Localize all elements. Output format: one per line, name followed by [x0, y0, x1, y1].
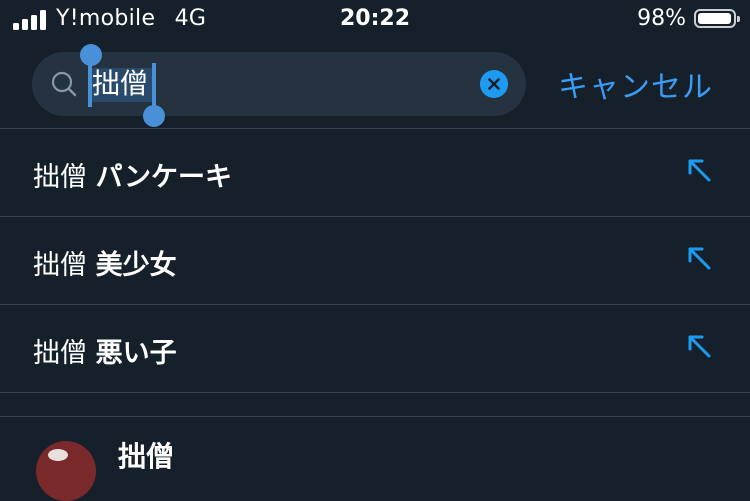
- suggestion-query: 拙僧: [33, 162, 87, 193]
- selection-start-handle[interactable]: [88, 63, 92, 107]
- suggestion-query: 拙僧: [33, 250, 87, 281]
- suggestion-text: 拙僧 悪い子: [33, 331, 177, 370]
- selection-end-handle[interactable]: [152, 63, 156, 107]
- suggestion-query: 拙僧: [33, 338, 87, 369]
- suggestion-suffix: 美少女: [95, 250, 177, 281]
- clear-x-icon[interactable]: [480, 70, 508, 98]
- user-name: 拙僧: [118, 440, 175, 473]
- suggestion-text: 拙僧 美少女: [33, 243, 177, 282]
- avatar: [36, 441, 96, 501]
- selection-end-knob[interactable]: [143, 105, 165, 127]
- search-field[interactable]: 拙僧: [32, 44, 526, 127]
- divider: [0, 392, 750, 393]
- suggestion-suffix: 悪い子: [95, 338, 177, 369]
- selection-start-knob[interactable]: [80, 44, 102, 66]
- status-bar: Y!mobile 4G 20:22 98%: [0, 0, 750, 42]
- battery-icon: [694, 9, 740, 28]
- search-icon: [51, 71, 77, 97]
- suggestion-text: 拙僧 パンケーキ: [33, 155, 232, 194]
- user-result-row[interactable]: 拙僧: [0, 417, 750, 501]
- arrow-up-left-icon[interactable]: [684, 243, 714, 273]
- suggestion-row[interactable]: 拙僧 美少女: [0, 217, 750, 305]
- suggestion-row[interactable]: 拙僧 悪い子: [0, 305, 750, 393]
- arrow-up-left-icon[interactable]: [684, 155, 714, 185]
- battery-percent: 98%: [637, 6, 686, 31]
- suggestion-suffix: パンケーキ: [95, 162, 232, 193]
- suggestion-row[interactable]: 拙僧 パンケーキ: [0, 129, 750, 217]
- cancel-button[interactable]: キャンセル: [558, 62, 713, 106]
- search-input[interactable]: 拙僧: [92, 66, 148, 102]
- arrow-up-left-icon[interactable]: [684, 331, 714, 361]
